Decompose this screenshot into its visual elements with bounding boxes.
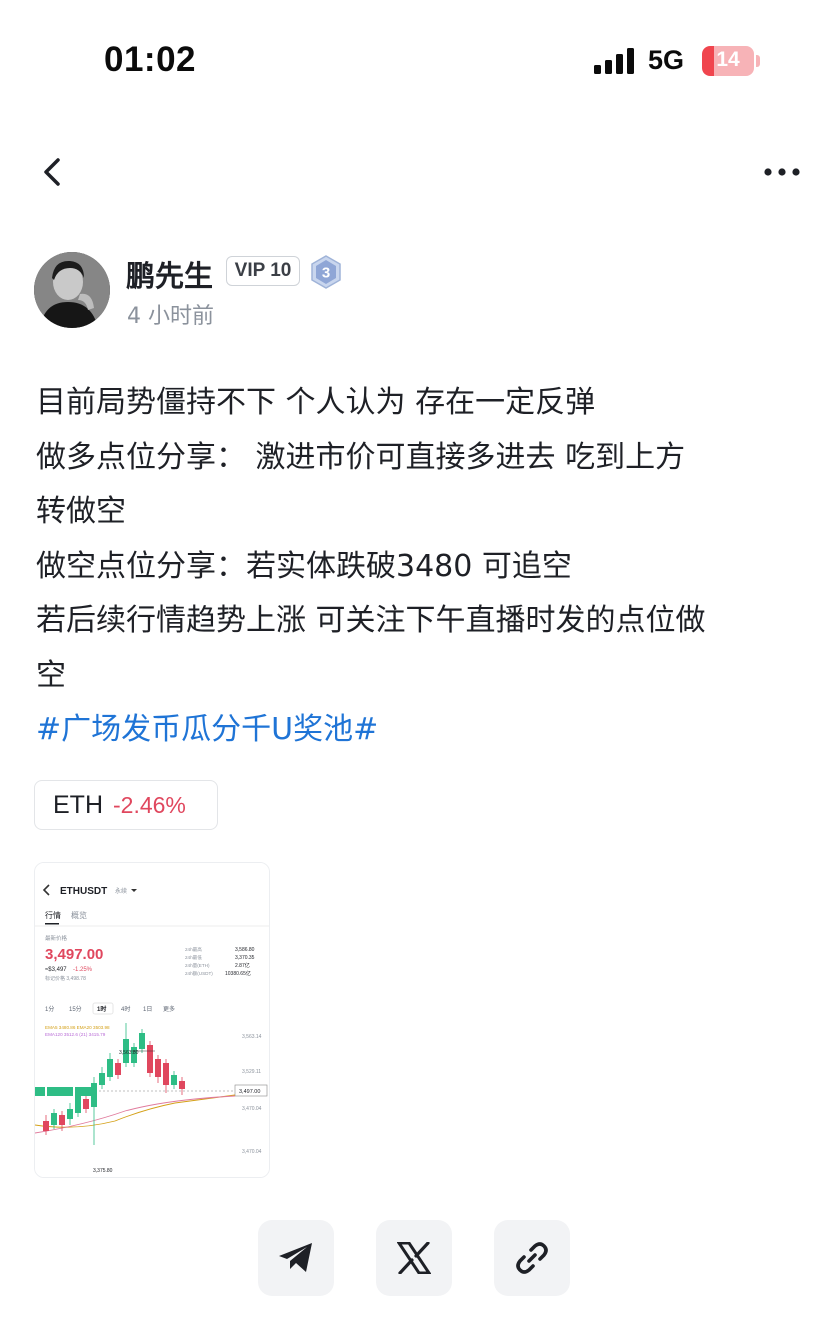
candle-body <box>75 1095 81 1113</box>
stat-label: 24h最低 <box>185 954 202 961</box>
pair-label: ETHUSDT <box>60 886 107 897</box>
price-label: 最新价格 <box>45 934 68 942</box>
axis-label: 3,529.11 <box>242 1069 261 1075</box>
stat-label: 24h最高 <box>185 946 202 953</box>
candle-body <box>107 1059 113 1077</box>
tab-overview: 概览 <box>71 910 87 920</box>
post-line: 目前局势僵持不下 个人认为 存在一定反弹 <box>36 385 596 420</box>
level-number: 3 <box>322 265 330 282</box>
post-line: 做多点位分享： 激进市价可直接多进去 吃到上方 <box>36 439 686 475</box>
timeframe: 1日 <box>143 1006 152 1013</box>
post-body: 目前局势僵持不下 个人认为 存在一定反弹 做多点位分享： 激进市价可直接多进去 … <box>36 376 806 758</box>
vip-badge: VIP 10 <box>226 256 300 286</box>
signal-strength-icon <box>594 48 634 74</box>
hashtag-link[interactable]: #广场发币瓜分千U奖池# <box>36 703 806 758</box>
stat-label: 24h量(ETH) <box>185 962 210 969</box>
candle-body <box>139 1033 145 1049</box>
status-time: 01:02 <box>104 40 197 79</box>
candle-body <box>59 1115 65 1125</box>
post-line: 若后续行情趋势上涨 可关注下午直播时发的点位做 <box>36 603 706 638</box>
author-name[interactable]: 鹏先生 <box>126 253 213 295</box>
level-badge-icon: 3 <box>311 255 341 289</box>
candle-body <box>99 1073 105 1085</box>
stat-label: 24h额(USDT) <box>185 970 213 977</box>
battery-level: 14 <box>716 48 740 71</box>
tab-market: 行情 <box>45 910 61 920</box>
tab-underline <box>45 923 59 925</box>
post-image[interactable]: ETHUSDT 永续 行情 概览 最新价格 3,497.00 ≈$3,497 -… <box>34 862 270 1178</box>
post-line: 空 <box>36 657 66 693</box>
axis-label: 3,563.14 <box>242 1034 262 1040</box>
share-telegram-button[interactable] <box>258 1220 334 1296</box>
signal-tag <box>75 1087 95 1096</box>
timeframe: 1分 <box>45 1005 54 1013</box>
candle-body <box>51 1113 57 1125</box>
candle-body <box>43 1121 49 1131</box>
signal-tag <box>35 1087 45 1096</box>
stat-value: 3,370.35 <box>235 955 255 961</box>
timeframe: 15分 <box>69 1005 82 1013</box>
candle-body <box>115 1063 121 1075</box>
chevron-left-icon[interactable] <box>36 152 70 192</box>
timeframe-active: 1时 <box>97 1005 106 1013</box>
ticker-chip[interactable]: ETH -2.46% <box>34 780 218 830</box>
avatar[interactable] <box>34 252 110 328</box>
post-line: 做空点位分享：若实体跌破3480 可追空 <box>36 548 572 584</box>
telegram-icon <box>279 1243 312 1272</box>
network-type: 5G <box>648 45 685 75</box>
ticker-symbol: ETH <box>53 790 103 819</box>
mark-price: 标记价格 3,498.78 <box>45 975 86 982</box>
status-bar: 01:02 5G 14 <box>0 0 828 120</box>
signal-tag <box>47 1087 73 1096</box>
current-price-label: 3,497.00 <box>239 1089 260 1095</box>
low-marker: 3,375.80 <box>93 1168 113 1174</box>
ellipsis-icon[interactable] <box>760 160 804 184</box>
axis-label: 3,470.04 <box>242 1149 262 1155</box>
price-change: -1.25% <box>73 967 93 973</box>
ema-line1: EMA5 3480.86 EMA20 3503.98 <box>45 1025 110 1030</box>
chart-screenshot: ETHUSDT 永续 行情 概览 最新价格 3,497.00 ≈$3,497 -… <box>35 863 269 1177</box>
post-time: 4 小时前 <box>127 304 214 329</box>
price-usd: ≈$3,497 <box>45 967 67 973</box>
timeframe: 更多 <box>163 1005 175 1013</box>
pair-suffix: 永续 <box>115 887 127 895</box>
link-icon <box>516 1242 548 1274</box>
ticker-change: -2.46% <box>113 791 186 818</box>
candle-body <box>155 1059 161 1077</box>
candle-body <box>163 1063 169 1085</box>
battery-nub <box>756 55 760 67</box>
last-price: 3,497.00 <box>45 946 103 963</box>
timeframe: 4时 <box>121 1005 130 1013</box>
ema-line2: EMA120 3512.6 (21) 3415.79 <box>45 1032 106 1037</box>
share-x-button[interactable] <box>376 1220 452 1296</box>
stat-value: 2.87亿 <box>235 962 250 969</box>
battery-icon: 14 <box>702 46 754 76</box>
x-logo-icon <box>397 1242 431 1274</box>
axis-label: 3,470.04 <box>242 1106 262 1112</box>
candle-body <box>147 1045 153 1073</box>
candle-body <box>171 1075 177 1085</box>
post-line: 转做空 <box>36 494 126 529</box>
stat-value: 10380.65亿 <box>225 970 251 977</box>
stat-value: 3,586.80 <box>235 947 255 953</box>
candle-body <box>179 1081 185 1089</box>
high-marker: 3,563.80 <box>119 1050 139 1056</box>
candle-body <box>67 1109 73 1119</box>
candle-body <box>83 1099 89 1109</box>
share-link-button[interactable] <box>494 1220 570 1296</box>
